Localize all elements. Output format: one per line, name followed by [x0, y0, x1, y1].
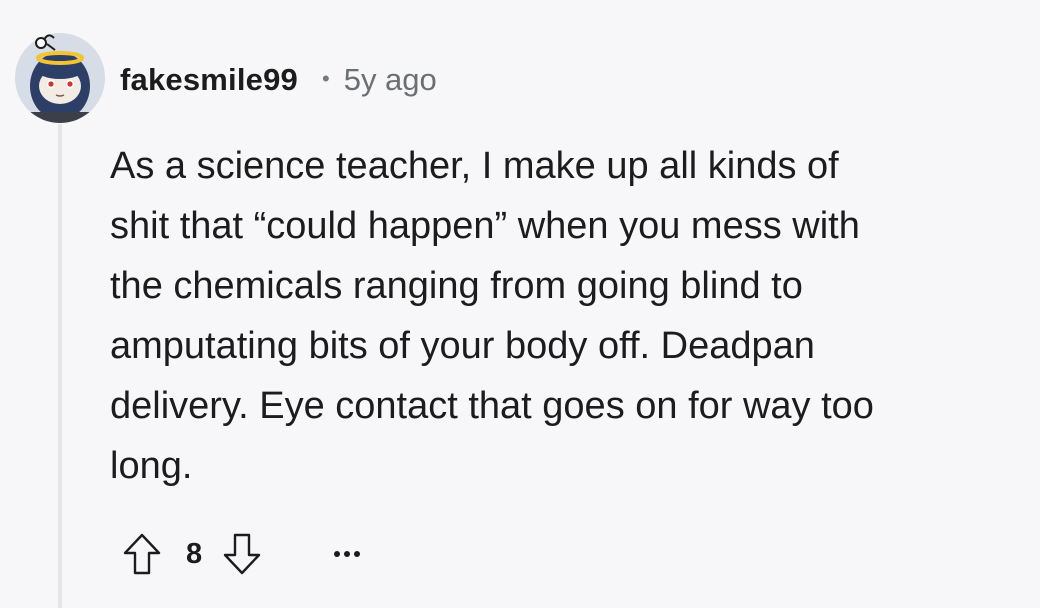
more-options-icon [354, 551, 361, 557]
avatar-icon [15, 33, 105, 123]
upvote-button[interactable] [118, 528, 166, 580]
more-options-button[interactable] [334, 528, 361, 580]
timestamp[interactable]: 5y ago [344, 62, 437, 98]
username-link[interactable]: fakesmile99 [120, 62, 298, 98]
arrow-up-icon [123, 533, 161, 575]
comment-header: fakesmile99 • 5y ago [120, 58, 437, 102]
thread-line[interactable] [58, 124, 62, 608]
vote-score: 8 [186, 537, 203, 570]
comment: fakesmile99 • 5y ago As a science teache… [0, 0, 1040, 608]
comment-actions: 8 [118, 526, 361, 582]
more-options-icon [344, 551, 351, 557]
comment-body: As a science teacher, I make up all kind… [110, 145, 874, 487]
more-options-icon [334, 551, 341, 557]
user-avatar[interactable] [14, 26, 106, 124]
arrow-down-icon [223, 533, 261, 575]
downvote-button[interactable] [218, 528, 266, 580]
separator-dot: • [322, 66, 330, 91]
